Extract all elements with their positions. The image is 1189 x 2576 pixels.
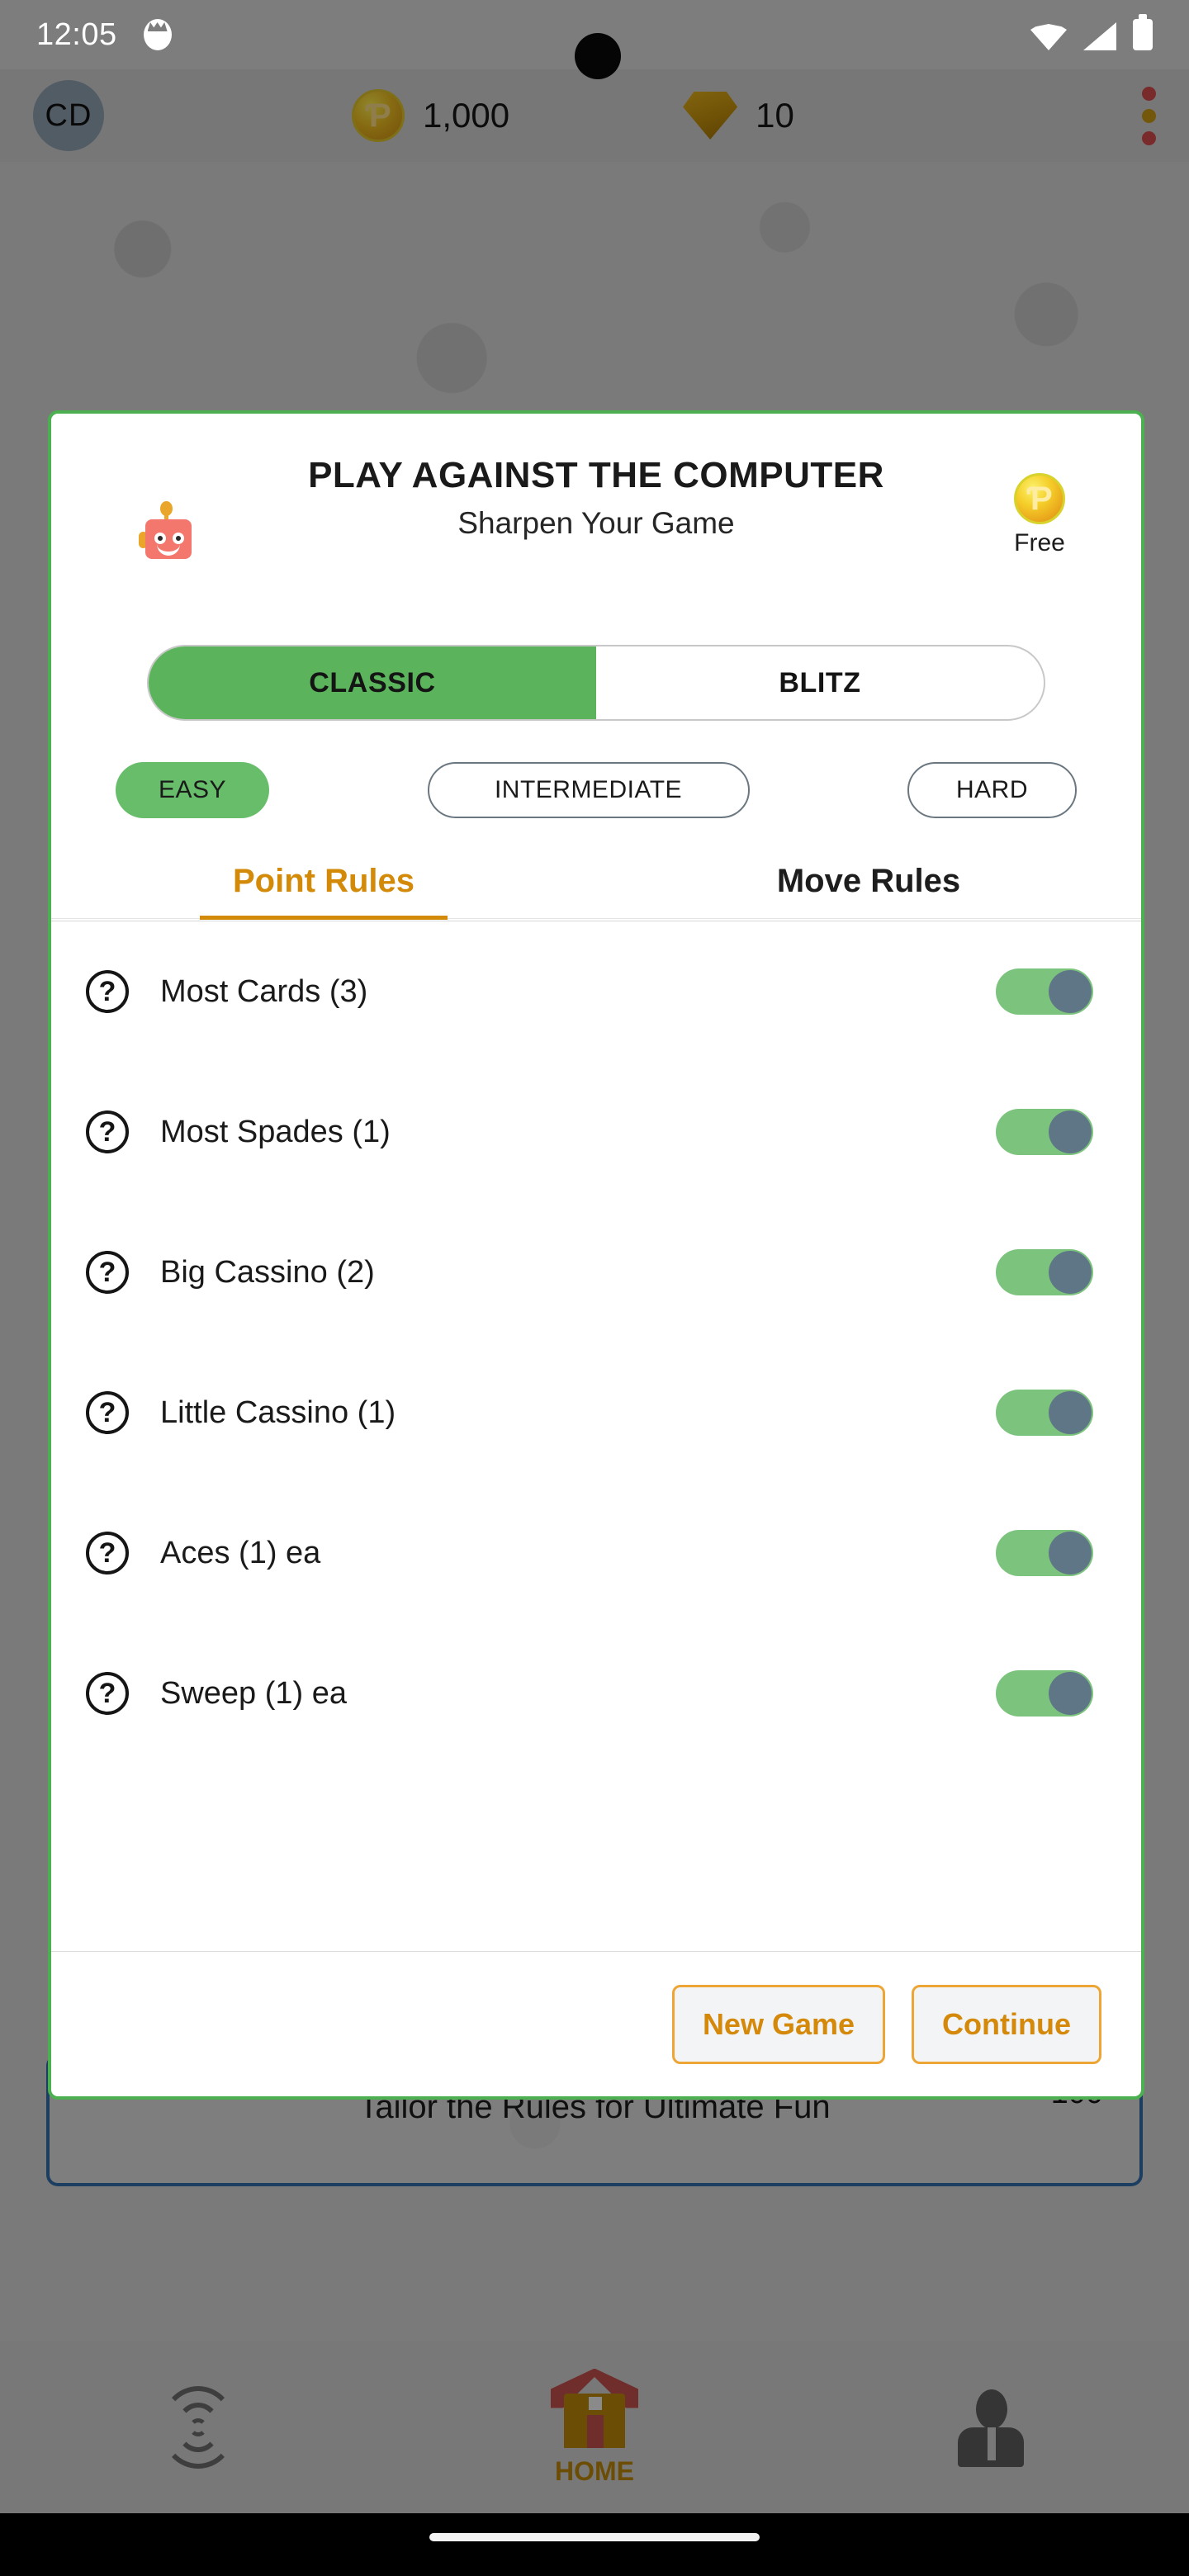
rule-label: Most Cards (3) [160, 973, 368, 1009]
battery-icon [1133, 14, 1153, 50]
tab-classic[interactable]: CLASSIC [149, 646, 596, 719]
rule-toggle[interactable] [996, 1249, 1093, 1295]
rule-label: Aces (1) ea [160, 1535, 321, 1570]
rule-toggle[interactable] [996, 1670, 1093, 1717]
gold-coin-icon [1014, 473, 1065, 524]
phone-screen: Tailor the Rules for Ultimate Fun 100 HO… [0, 0, 1189, 2576]
game-mode-segmented-control: CLASSIC BLITZ [147, 645, 1045, 721]
cat-app-icon [143, 19, 172, 50]
status-bar-icons [1030, 14, 1153, 50]
rule-row: ? Most Cards (3) [51, 921, 1141, 1062]
play-against-computer-dialog: PLAY AGAINST THE COMPUTER Sharpen Your G… [48, 410, 1144, 2100]
rule-label: Little Cassino (1) [160, 1395, 396, 1430]
help-icon[interactable]: ? [86, 1251, 129, 1294]
rule-row: ? Sweep (1) ea [51, 1623, 1141, 1764]
wifi-icon [1030, 24, 1067, 50]
difficulty-intermediate[interactable]: INTERMEDIATE [427, 762, 750, 818]
rule-label: Sweep (1) ea [160, 1675, 348, 1711]
rule-row: ? Little Cassino (1) [51, 1342, 1141, 1483]
dialog-subtitle: Sharpen Your Game [457, 506, 735, 540]
difficulty-easy[interactable]: EASY [116, 762, 269, 818]
difficulty-hard[interactable]: HARD [907, 762, 1077, 818]
rule-row: ? Most Spades (1) [51, 1062, 1141, 1202]
dialog-cost-label: Free [1014, 529, 1065, 556]
tab-point-rules[interactable]: Point Rules [51, 863, 596, 918]
rule-toggle[interactable] [996, 1530, 1093, 1576]
continue-button[interactable]: Continue [912, 1984, 1101, 2064]
rule-row: ? Big Cassino (2) [51, 1202, 1141, 1342]
gesture-home-bar[interactable] [429, 2533, 760, 2541]
dialog-cost: Free [1014, 473, 1065, 557]
dialog-title: PLAY AGAINST THE COMPUTER [308, 455, 884, 495]
help-icon[interactable]: ? [86, 1391, 129, 1434]
rule-toggle[interactable] [996, 1109, 1093, 1155]
rules-tab-bar: Point Rules Move Rules [51, 863, 1141, 919]
help-icon[interactable]: ? [86, 1110, 129, 1153]
dialog-header: PLAY AGAINST THE COMPUTER Sharpen Your G… [51, 414, 1141, 645]
rule-toggle[interactable] [996, 1390, 1093, 1436]
new-game-button[interactable]: New Game [671, 1984, 886, 2064]
help-icon[interactable]: ? [86, 970, 129, 1013]
difficulty-selector: EASY INTERMEDIATE HARD [51, 721, 1141, 818]
dialog-actions: New Game Continue [51, 1951, 1141, 2096]
help-icon[interactable]: ? [86, 1532, 129, 1574]
rules-list: ? Most Cards (3) ? Most Spades (1) ? Big… [51, 921, 1141, 1951]
rule-row: ? Aces (1) ea [51, 1483, 1141, 1623]
cellular-signal-icon [1083, 22, 1116, 50]
help-icon[interactable]: ? [86, 1672, 129, 1715]
tab-move-rules[interactable]: Move Rules [596, 863, 1141, 918]
rule-toggle[interactable] [996, 968, 1093, 1015]
rule-label: Most Spades (1) [160, 1114, 391, 1149]
status-bar-clock: 12:05 [36, 17, 117, 52]
rule-label: Big Cassino (2) [160, 1254, 375, 1290]
camera-punch-hole [575, 33, 621, 79]
tab-blitz[interactable]: BLITZ [596, 646, 1044, 719]
